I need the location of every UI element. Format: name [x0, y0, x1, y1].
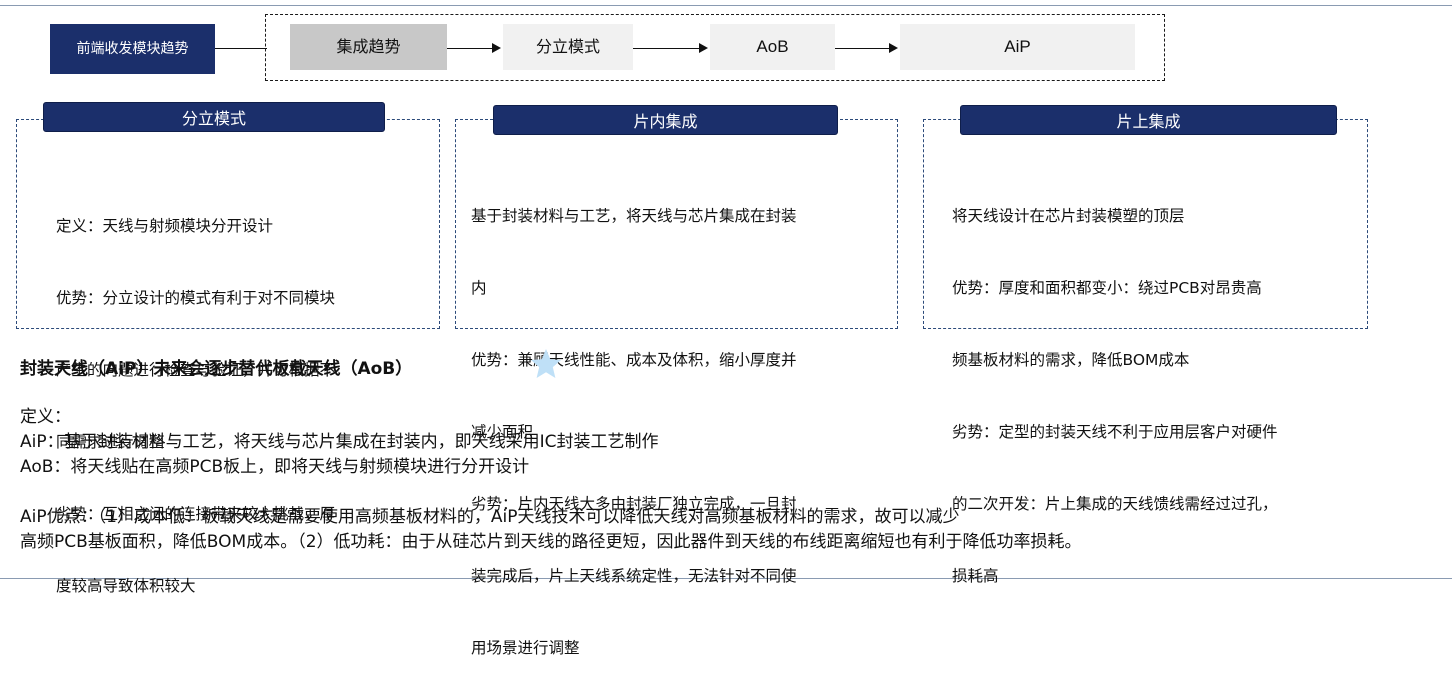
section-heading: 封装天线（AiP）未来会逐步替代板载天线（AoB） [20, 354, 412, 379]
body-line: 高频PCB基板面积，降低BOM成本。（2）低功耗：由于从硅芯片到天线的路径更短，… [20, 532, 1082, 552]
body-line: AiP优点：（1）成本低：板载天线是需要使用高频基板材料的，AiP天线技术可以降… [20, 507, 960, 527]
heading-text: 封装天线（AiP）未来会逐步替代板载天线（AoB） [20, 359, 413, 379]
flow-step-integration: 集成趋势 [290, 24, 447, 70]
panel-line: 优势：厚度和面积都变小：绕过PCB对昂贵高 [952, 279, 1262, 297]
flow-arrow-line [447, 48, 493, 49]
panel-line: 定义：天线与射频模块分开设计 [56, 217, 274, 235]
panel-line: 损耗高 [952, 567, 999, 585]
flow-step-aob: AoB [710, 24, 835, 70]
body-line: AoB：将天线贴在高频PCB板上，即将天线与射频模块进行分开设计 [20, 457, 530, 477]
body-line: AiP：基于封装材料与工艺，将天线与芯片集成在封装内，即天线采用IC封装工艺制作 [20, 432, 659, 452]
body-line: 定义： [20, 407, 71, 427]
panel-line: 度较高导致体积较大 [56, 577, 196, 595]
flow-step-label: 集成趋势 [336, 37, 401, 56]
trend-start-label: 前端收发模块趋势 [76, 41, 189, 57]
panel-title-text: 分立模式 [181, 109, 246, 128]
panel-line: 频基板材料的需求，降低BOM成本 [952, 351, 1190, 369]
flow-arrow-head [492, 43, 501, 53]
flow-arrow-line [633, 48, 700, 49]
start-connector [215, 48, 267, 49]
panel-line: 装完成后，片上天线系统定性，无法针对不同使 [471, 567, 797, 585]
panel-title-text: 片上集成 [1116, 112, 1181, 131]
flow-step-label: AiP [1004, 37, 1031, 56]
panel-line: 基于封装材料与工艺，将天线与芯片集成在封装 [471, 207, 797, 225]
panel-line: 优势：分立设计的模式有利于对不同模块 [56, 289, 336, 307]
flow-arrow-head [889, 43, 898, 53]
body-line [20, 480, 1440, 505]
panel-line: 将天线设计在芯片封装模塑的顶层 [952, 207, 1185, 225]
star-icon [530, 348, 562, 380]
definition-body: 定义： AiP：基于封装材料与工艺，将天线与芯片集成在封装内，即天线采用IC封装… [20, 405, 1440, 555]
panel-discrete-title: 分立模式 [43, 102, 385, 132]
panel-on-chip-title: 片上集成 [960, 105, 1337, 135]
flow-step-discrete: 分立模式 [503, 24, 633, 70]
flow-arrow-head [699, 43, 708, 53]
trend-start-node: 前端收发模块趋势 [50, 24, 215, 74]
flow-arrow-line [835, 48, 890, 49]
panel-line: 用场景进行调整 [471, 639, 580, 657]
flow-step-label: 分立模式 [535, 37, 600, 56]
flow-step-aip: AiP [900, 24, 1135, 70]
panel-title-text: 片内集成 [633, 112, 698, 131]
top-divider [0, 5, 1452, 6]
panel-line: 内 [471, 279, 487, 297]
panel-in-package-title: 片内集成 [493, 105, 838, 135]
flow-step-label: AoB [756, 37, 789, 56]
